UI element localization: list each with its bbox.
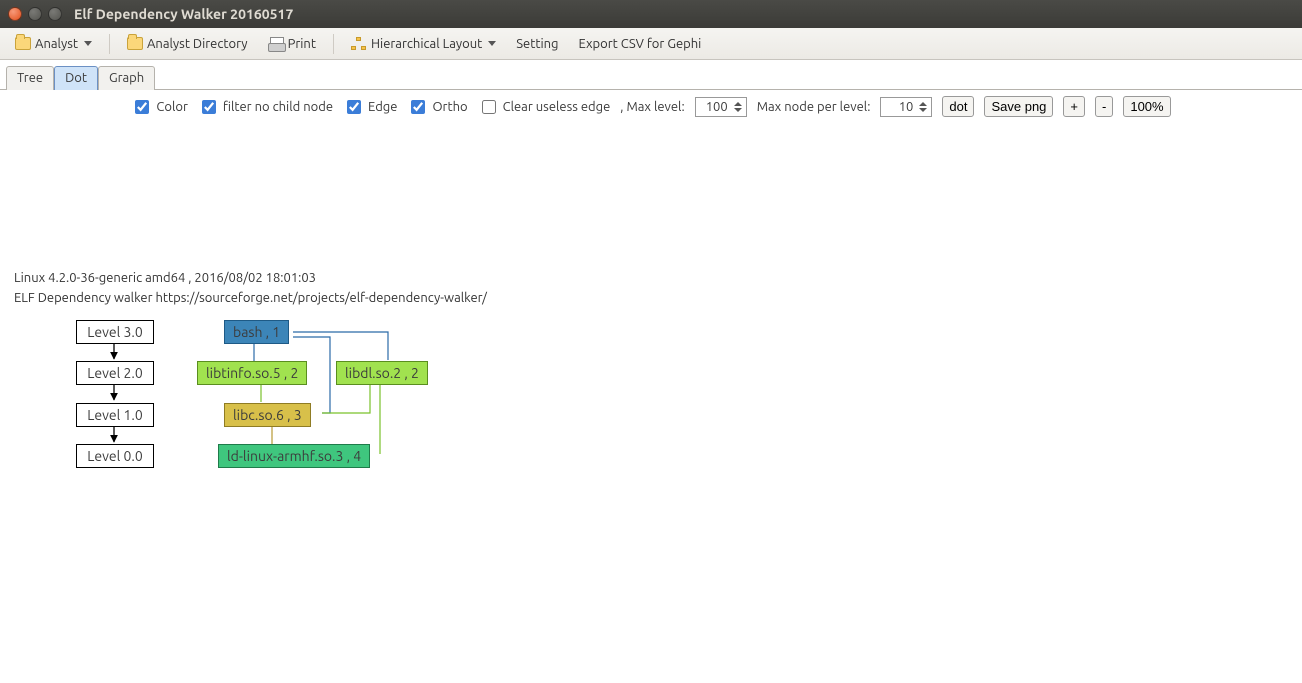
main-toolbar: Analyst Analyst Directory Print Hierarch… xyxy=(0,28,1302,60)
separator xyxy=(109,34,110,54)
max-level-value: 100 xyxy=(706,100,728,114)
graph-node-bash[interactable]: bash , 1 xyxy=(224,320,289,344)
edge-checkbox[interactable]: Edge xyxy=(343,97,397,117)
color-checkbox[interactable]: Color xyxy=(131,97,188,117)
edge-checkbox-label: Edge xyxy=(368,100,397,114)
tab-dot[interactable]: Dot xyxy=(54,66,98,90)
dot-button[interactable]: dot xyxy=(942,96,974,117)
window-title: Elf Dependency Walker 20160517 xyxy=(74,6,293,22)
zoom-in-button[interactable]: + xyxy=(1063,96,1085,117)
minimize-icon[interactable] xyxy=(28,7,42,21)
system-info-text: Linux 4.2.0-36-generic amd64 , 2016/08/0… xyxy=(14,271,316,285)
layout-label: Hierarchical Layout xyxy=(371,37,482,51)
ortho-checkbox-input[interactable] xyxy=(411,100,425,114)
maximize-icon[interactable] xyxy=(48,7,62,21)
chevron-down-icon xyxy=(488,41,496,46)
chevron-down-icon xyxy=(84,41,92,46)
tab-graph[interactable]: Graph xyxy=(98,66,155,90)
zoom-percent-button[interactable]: 100% xyxy=(1123,96,1170,117)
level-box: Level 1.0 xyxy=(76,403,154,427)
print-button[interactable]: Print xyxy=(261,33,323,55)
print-icon xyxy=(268,37,284,51)
graph-canvas[interactable]: Linux 4.2.0-36-generic amd64 , 2016/08/0… xyxy=(0,123,1302,683)
analyst-directory-button[interactable]: Analyst Directory xyxy=(120,33,255,55)
max-node-value: 10 xyxy=(899,100,914,114)
graph-node-ldlinux[interactable]: ld-linux-armhf.so.3 , 4 xyxy=(218,444,370,468)
max-level-input[interactable]: 100 xyxy=(695,97,747,117)
color-checkbox-label: Color xyxy=(156,100,188,114)
level-box: Level 0.0 xyxy=(76,444,154,468)
spinner-icon[interactable] xyxy=(916,99,930,115)
filter-checkbox[interactable]: filter no child node xyxy=(198,97,333,117)
export-label: Export CSV for Gephi xyxy=(579,37,702,51)
setting-button[interactable]: Setting xyxy=(509,33,565,55)
filter-checkbox-label: filter no child node xyxy=(223,100,333,114)
analyst-directory-label: Analyst Directory xyxy=(147,37,248,51)
ortho-checkbox[interactable]: Ortho xyxy=(407,97,467,117)
tab-bar: Tree Dot Graph xyxy=(0,60,1302,90)
zoom-out-button[interactable]: - xyxy=(1095,96,1113,117)
options-row: Color filter no child node Edge Ortho Cl… xyxy=(0,90,1302,123)
analyst-label: Analyst xyxy=(35,37,78,51)
level-box: Level 3.0 xyxy=(76,320,154,344)
window-buttons xyxy=(8,7,62,21)
layout-icon xyxy=(351,37,367,51)
hierarchical-layout-menu[interactable]: Hierarchical Layout xyxy=(344,33,503,55)
folder-icon xyxy=(127,37,143,50)
window-titlebar: Elf Dependency Walker 20160517 xyxy=(0,0,1302,28)
analyst-menu[interactable]: Analyst xyxy=(8,33,99,55)
filter-checkbox-input[interactable] xyxy=(202,100,216,114)
separator xyxy=(333,34,334,54)
clear-edge-checkbox[interactable]: Clear useless edge xyxy=(478,97,611,117)
color-checkbox-input[interactable] xyxy=(135,100,149,114)
export-csv-button[interactable]: Export CSV for Gephi xyxy=(572,33,709,55)
print-label: Print xyxy=(288,37,316,51)
folder-icon xyxy=(15,37,31,50)
graph-node-libc[interactable]: libc.so.6 , 3 xyxy=(224,403,311,427)
max-level-label: , Max level: xyxy=(620,100,684,114)
level-box: Level 2.0 xyxy=(76,361,154,385)
save-png-button[interactable]: Save png xyxy=(984,96,1053,117)
ortho-checkbox-label: Ortho xyxy=(432,100,467,114)
graph-node-libdl[interactable]: libdl.so.2 , 2 xyxy=(336,361,428,385)
edge-checkbox-input[interactable] xyxy=(347,100,361,114)
max-node-input[interactable]: 10 xyxy=(880,97,932,117)
close-icon[interactable] xyxy=(8,7,22,21)
clear-edge-checkbox-input[interactable] xyxy=(482,100,496,114)
setting-label: Setting xyxy=(516,37,558,51)
graph-node-libtinfo[interactable]: libtinfo.so.5 , 2 xyxy=(197,361,307,385)
max-node-label: Max node per level: xyxy=(757,100,871,114)
spinner-icon[interactable] xyxy=(731,99,745,115)
project-url-text: ELF Dependency walker https://sourceforg… xyxy=(14,291,487,305)
clear-edge-checkbox-label: Clear useless edge xyxy=(503,100,611,114)
tab-tree[interactable]: Tree xyxy=(6,66,54,90)
